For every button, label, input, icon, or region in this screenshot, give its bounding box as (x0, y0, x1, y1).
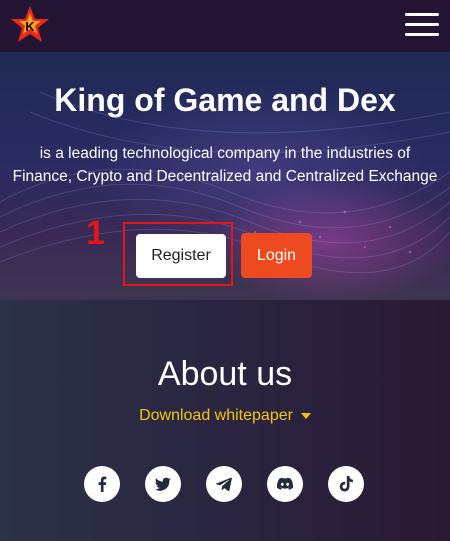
caret-down-icon (300, 412, 311, 419)
svg-text:K: K (25, 19, 35, 34)
hamburger-menu-icon[interactable] (405, 13, 439, 37)
hero-description-line-2: Finance, Crypto and Decentralized and Ce… (12, 168, 438, 185)
hero-section: King of Game and Dex is a leading techno… (0, 52, 450, 300)
facebook-icon[interactable] (84, 466, 120, 502)
about-section: About us Download whitepaper (0, 300, 450, 541)
hero-description: is a leading technological company in th… (10, 142, 440, 188)
star-k-logo-icon[interactable]: K (8, 4, 52, 48)
register-button[interactable]: Register (136, 234, 226, 278)
annotation-number: 1 (86, 214, 105, 252)
download-whitepaper-link[interactable]: Download whitepaper (0, 407, 450, 425)
hero-description-line-1: is a leading technological company in th… (39, 145, 411, 162)
discord-icon[interactable] (267, 466, 303, 502)
telegram-icon[interactable] (206, 466, 242, 502)
twitter-icon[interactable] (145, 466, 181, 502)
hero-title: King of Game and Dex (54, 82, 396, 118)
top-navbar: K (0, 0, 450, 52)
login-button[interactable]: Login (241, 233, 312, 278)
whitepaper-label: Download whitepaper (139, 407, 293, 424)
tiktok-icon[interactable] (328, 466, 364, 502)
about-title: About us (157, 355, 293, 393)
